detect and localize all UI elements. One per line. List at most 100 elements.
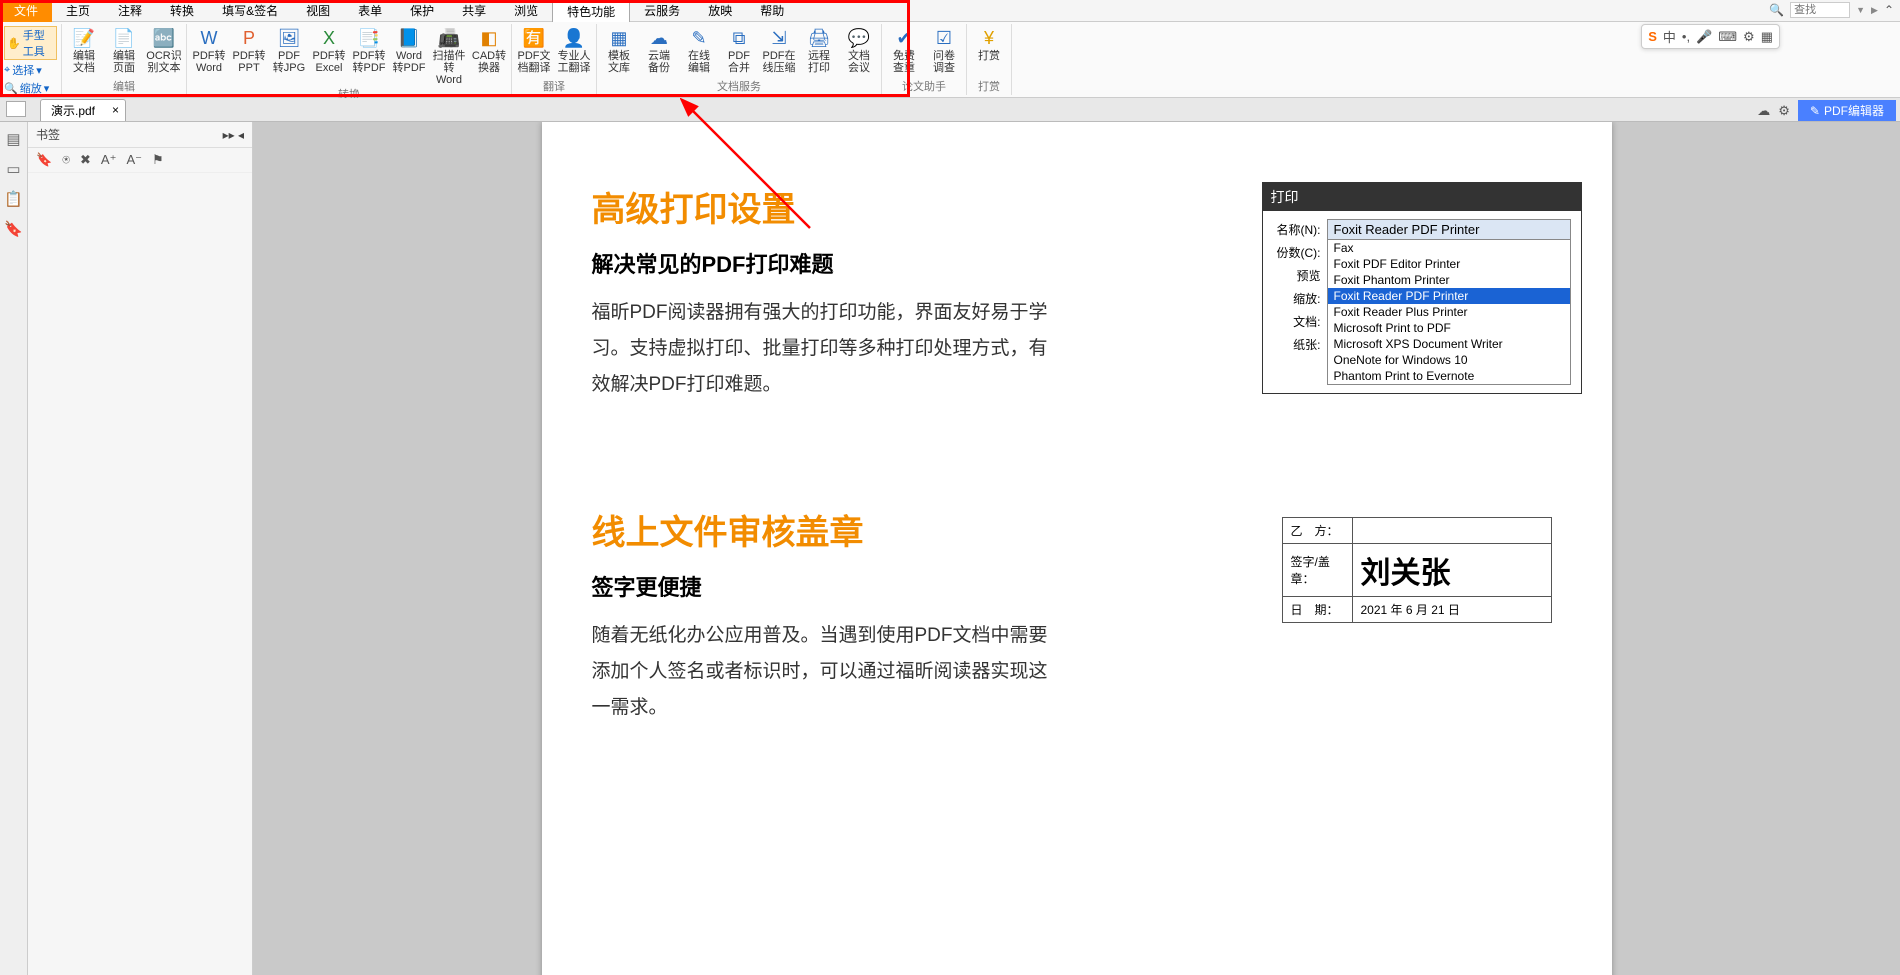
btn-free-check[interactable]: ✔免费 查重 <box>886 26 922 74</box>
close-tab-icon[interactable]: × <box>112 103 119 117</box>
printer-option[interactable]: Microsoft Print to PDF <box>1328 320 1570 336</box>
ime-mic-icon[interactable]: 🎤 <box>1696 29 1712 45</box>
bm-new-icon[interactable]: ⍟ <box>62 152 70 168</box>
btn-pdf-merge[interactable]: ⧉PDF 合并 <box>721 26 757 74</box>
find-icon[interactable]: 🔍 <box>1769 3 1784 17</box>
zoom-tool[interactable]: 🔍缩放▾ <box>4 80 57 96</box>
start-tab[interactable] <box>6 101 26 117</box>
pdf-page: 高级打印设置 解决常见的PDF打印难题 福昕PDF阅读器拥有强大的打印功能，界面… <box>542 122 1612 975</box>
panel-menu-icon[interactable]: ◂ <box>238 128 244 142</box>
document-viewport[interactable]: 高级打印设置 解决常见的PDF打印难题 福昕PDF阅读器拥有强大的打印功能，界面… <box>253 122 1900 975</box>
btn-ocr[interactable]: 🔤OCR识 别文本 <box>146 26 182 74</box>
btn-doc-meeting[interactable]: 💬文档 会议 <box>841 26 877 74</box>
group-reward: ¥打赏 打赏 <box>967 24 1012 95</box>
ime-toolbar[interactable]: S 中 •, 🎤 ⌨ ⚙ ▦ <box>1641 24 1780 49</box>
printer-option[interactable]: OneNote for Windows 10 <box>1328 352 1570 368</box>
ime-lang[interactable]: 中 <box>1663 27 1676 46</box>
printer-option[interactable]: Foxit Phantom Printer <box>1328 272 1570 288</box>
printer-option[interactable]: Microsoft XPS Document Writer <box>1328 336 1570 352</box>
print-label-preview: 预览 <box>1273 267 1321 284</box>
btn-pdf2pdf[interactable]: 📑PDF转 转PDF <box>351 26 387 74</box>
btn-word2pdf[interactable]: 📘Word 转PDF <box>391 26 427 74</box>
print-label-name: 名称(N): <box>1273 221 1321 238</box>
menu-protect[interactable]: 保护 <box>396 0 448 22</box>
btn-template[interactable]: ▦模板 文库 <box>601 26 637 74</box>
menu-file[interactable]: 文件 <box>0 0 52 22</box>
btn-pdf-compress[interactable]: ⇲PDF在 线压缩 <box>761 26 797 74</box>
rail-bookmark-icon[interactable]: 🔖 <box>4 220 23 238</box>
cloud-sync-icon[interactable]: ☁ <box>1757 103 1770 119</box>
printer-option[interactable]: Foxit Reader PDF Printer <box>1328 288 1570 304</box>
group-paper: ✔免费 查重 ☑问卷 调查 论文助手 <box>882 24 967 95</box>
btn-pdf2ppt[interactable]: PPDF转 PPT <box>231 26 267 74</box>
sign-name: 刘关张 <box>1352 544 1551 597</box>
ime-settings-icon[interactable]: ⚙ <box>1743 29 1755 45</box>
menu-bar: 文件 主页 注释 转换 填写&签名 视图 表单 保护 共享 浏览 特色功能 云服… <box>0 0 1900 22</box>
btn-pdf2excel[interactable]: XPDF转 Excel <box>311 26 347 74</box>
rail-pages-icon[interactable]: ▭ <box>6 160 20 178</box>
btn-remote-print[interactable]: 🖨远程 打印 <box>801 26 837 74</box>
btn-pro-translate[interactable]: 👤专业人 工翻译 <box>556 26 592 74</box>
menu-help[interactable]: 帮助 <box>746 0 798 22</box>
btn-online-edit[interactable]: ✎在线 编辑 <box>681 26 717 74</box>
search-input[interactable] <box>1790 2 1850 18</box>
signature-illustration: 乙 方： 签字/盖章：刘关张 日 期：2021 年 6 月 21 日 <box>1282 517 1552 623</box>
menu-convert[interactable]: 转换 <box>156 0 208 22</box>
ime-keyboard-icon[interactable]: ⌨ <box>1718 29 1737 45</box>
settings-icon[interactable]: ⚙ <box>1778 103 1790 119</box>
hand-tool[interactable]: ✋手型工具 <box>4 26 57 60</box>
bm-flag-icon[interactable]: ⚑ <box>152 152 164 168</box>
document-tab[interactable]: 演示.pdf × <box>40 99 126 121</box>
document-tab-label: 演示.pdf <box>51 104 95 118</box>
btn-cloud-backup[interactable]: ☁云端 备份 <box>641 26 677 74</box>
rail-clipboard-icon[interactable]: 📋 <box>4 190 23 208</box>
menu-share[interactable]: 共享 <box>448 0 500 22</box>
bm-bigger-icon[interactable]: A⁺ <box>101 152 117 168</box>
menu-feature[interactable]: 特色功能 <box>552 0 630 23</box>
btn-cad[interactable]: ◧CAD转 换器 <box>471 26 507 74</box>
bookmarks-title: 书签 <box>36 126 60 143</box>
menu-play[interactable]: 放映 <box>694 0 746 22</box>
printer-option[interactable]: Foxit PDF Editor Printer <box>1328 256 1570 272</box>
panel-collapse-icon[interactable]: ▸▸ <box>223 128 235 142</box>
ime-menu-icon[interactable]: ▦ <box>1761 29 1773 45</box>
btn-pdf2word[interactable]: WPDF转 Word <box>191 26 227 74</box>
bm-smaller-icon[interactable]: A⁻ <box>126 152 142 168</box>
print-label-paper: 纸张: <box>1273 336 1321 353</box>
menu-browse[interactable]: 浏览 <box>500 0 552 22</box>
print-dialog-title: 打印 <box>1263 183 1581 211</box>
search-dropdown-icon[interactable]: ▼ <box>1856 5 1865 15</box>
side-rail: ▤ ▭ 📋 🔖 <box>0 122 28 975</box>
rail-thumbnails-icon[interactable]: ▤ <box>6 130 20 148</box>
section2-paragraph: 随着无纸化办公应用普及。当遇到使用PDF文档中需要添加个人签名或者标识时，可以通… <box>592 618 1052 726</box>
btn-edit-page[interactable]: 📄编辑 页面 <box>106 26 142 74</box>
btn-edit-doc[interactable]: 📝编辑 文档 <box>66 26 102 74</box>
print-dialog-illustration: 打印 名称(N): 份数(C): 预览 缩放: 文档: 纸张: Foxit Re… <box>1262 182 1582 394</box>
menu-fill[interactable]: 填写&签名 <box>208 0 292 22</box>
printer-option[interactable]: Phantom Print to Evernote <box>1328 368 1570 384</box>
ime-punct-icon[interactable]: •, <box>1682 29 1690 44</box>
btn-scan2word[interactable]: 📠扫描件 转Word <box>431 26 467 86</box>
btn-doc-translate[interactable]: 🈶PDF文 档翻译 <box>516 26 552 74</box>
search-next-icon[interactable]: ▶ <box>1871 5 1878 16</box>
pdf-editor-button[interactable]: ✎ PDF编辑器 <box>1798 100 1896 121</box>
btn-reward[interactable]: ¥打赏 <box>971 26 1007 62</box>
group-edit: 📝编辑 文档 📄编辑 页面 🔤OCR识 别文本 编辑 <box>62 24 187 95</box>
bm-add-icon[interactable]: 🔖 <box>36 152 52 168</box>
menu-home[interactable]: 主页 <box>52 0 104 22</box>
menu-cloud[interactable]: 云服务 <box>630 0 694 22</box>
printer-option[interactable]: Fax <box>1328 240 1570 256</box>
print-label-zoom: 缩放: <box>1273 290 1321 307</box>
group-reward-label: 打赏 <box>971 78 1007 95</box>
btn-survey[interactable]: ☑问卷 调查 <box>926 26 962 74</box>
menu-table[interactable]: 表单 <box>344 0 396 22</box>
printer-dropdown[interactable]: Foxit Reader PDF Printer FaxFoxit PDF Ed… <box>1327 219 1571 385</box>
menu-note[interactable]: 注释 <box>104 0 156 22</box>
bm-del-icon[interactable]: ✖ <box>80 152 91 168</box>
menu-view[interactable]: 视图 <box>292 0 344 22</box>
group-translate: 🈶PDF文 档翻译 👤专业人 工翻译 翻译 <box>512 24 597 95</box>
collapse-ribbon-icon[interactable]: ⌃ <box>1884 3 1894 17</box>
btn-pdf2jpg[interactable]: 🖼PDF 转JPG <box>271 26 307 74</box>
select-tool[interactable]: ⌖选择▾ <box>4 62 57 78</box>
printer-option[interactable]: Foxit Reader Plus Printer <box>1328 304 1570 320</box>
